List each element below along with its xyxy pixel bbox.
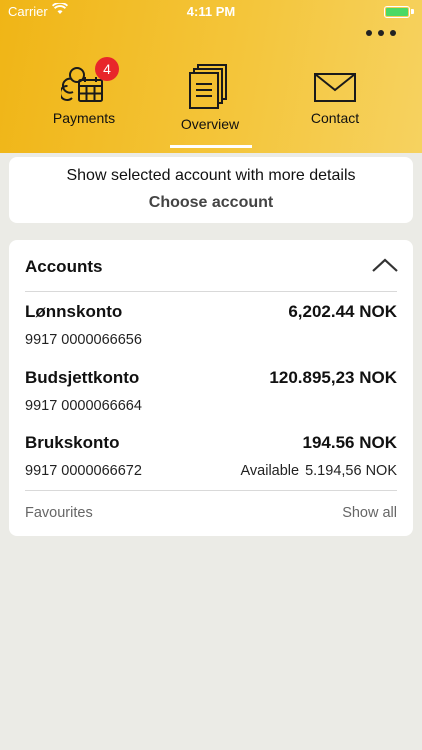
status-bar: Carrier 4:11 PM: [0, 0, 422, 22]
documents-icon: [189, 64, 227, 109]
accounts-card: Accounts Lønnskonto 6,202.44 NOK 9917 00…: [9, 240, 413, 536]
battery-tip: [411, 9, 414, 14]
available-balance: Available 5.194,56 NOK: [241, 463, 398, 479]
battery-level: [386, 8, 408, 16]
account-number: 9917 0000066656: [25, 332, 142, 348]
account-selector-hint: Show selected account with more details: [66, 167, 356, 184]
tab-overview[interactable]: Overview: [155, 64, 265, 132]
accounts-title: Accounts: [25, 257, 103, 276]
account-name: Brukskonto: [25, 433, 120, 452]
account-name: Budsjettkonto: [25, 368, 140, 387]
tab-overview-label: Overview: [180, 116, 240, 132]
account-row-brukskonto[interactable]: Brukskonto 194.56 NOK 9917 0000066672 Av…: [25, 425, 397, 489]
more-options-button[interactable]: [366, 26, 396, 40]
divider: [25, 490, 397, 491]
favourites-label: Favourites: [25, 505, 93, 521]
chevron-up-icon[interactable]: [371, 256, 399, 274]
account-balance: 6,202.44 NOK: [288, 302, 397, 321]
choose-account-button[interactable]: Choose account: [9, 194, 413, 212]
tab-payments[interactable]: 4 Payments: [29, 57, 139, 126]
more-dots-icon: [366, 30, 372, 36]
app-header: Carrier 4:11 PM 4 Payments Overview Cont…: [0, 0, 422, 153]
divider: [25, 291, 397, 292]
account-row-lonnskonto[interactable]: Lønnskonto 6,202.44 NOK 9917 0000066656: [25, 294, 397, 358]
account-balance: 194.56 NOK: [302, 433, 398, 452]
more-dots-icon: [390, 30, 396, 36]
tab-contact[interactable]: Contact: [280, 64, 390, 126]
clock: 4:11 PM: [186, 4, 236, 19]
account-balance: 120.895,23 NOK: [269, 368, 397, 387]
account-number: 9917 0000066664: [25, 398, 142, 414]
account-row-budsjettkonto[interactable]: Budsjettkonto 120.895,23 NOK 9917 000006…: [25, 360, 397, 424]
tab-contact-label: Contact: [310, 110, 360, 126]
notification-badge: 4: [95, 57, 119, 81]
envelope-icon: [314, 73, 356, 102]
battery-icon: [384, 6, 410, 18]
account-selector-card[interactable]: Show selected account with more details …: [9, 157, 413, 223]
available-value: 5.194,56 NOK: [305, 463, 397, 479]
available-label: Available: [240, 463, 300, 479]
account-name: Lønnskonto: [25, 302, 123, 321]
tab-payments-label: Payments: [52, 110, 116, 126]
account-number: 9917 0000066672: [25, 463, 142, 479]
show-all-link[interactable]: Show all: [342, 505, 397, 521]
more-dots-icon: [378, 30, 384, 36]
selected-tab-indicator: [170, 145, 252, 148]
